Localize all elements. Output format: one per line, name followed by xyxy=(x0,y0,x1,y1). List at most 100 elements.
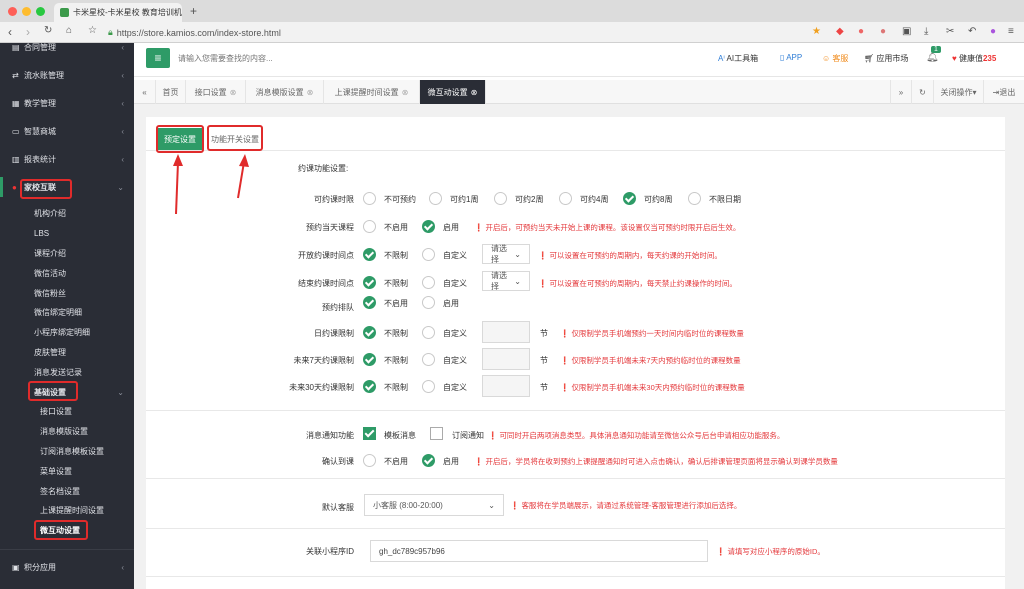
sidebar-item-flow[interactable]: ⇄ 流水账管理 ‹ xyxy=(0,65,134,85)
sidebar-sub2-item[interactable]: 消息模版设置 xyxy=(0,421,134,441)
checkbox-template-message[interactable] xyxy=(363,427,376,440)
sidebar-item-shop[interactable]: ▭ 智慧商城 ‹ xyxy=(0,121,134,141)
maximize-window-icon[interactable] xyxy=(36,7,45,16)
tab-close-icon[interactable]: ⊗ xyxy=(230,88,237,97)
radio-day30-nolimit[interactable] xyxy=(363,380,376,393)
sidebar-sub-item[interactable]: 皮肤管理 xyxy=(0,342,134,362)
radio-week7-custom[interactable] xyxy=(422,353,435,366)
reload-icon[interactable]: ↻ xyxy=(44,25,52,36)
radio-4-week[interactable] xyxy=(559,192,572,205)
chevron-left-icon: ‹ xyxy=(121,154,124,164)
bell-icon[interactable]: 🔔︎ xyxy=(926,52,939,63)
menu-icon[interactable]: ≡ xyxy=(1008,26,1014,37)
close-window-icon[interactable] xyxy=(8,7,17,16)
day30-input[interactable] xyxy=(482,375,530,397)
miniapp-id-input[interactable]: gh_dc789c957b96 xyxy=(370,540,708,562)
sidebar-sub-item[interactable]: 微信粉丝 xyxy=(0,283,134,303)
checkbox-subscribe[interactable] xyxy=(430,427,443,440)
browser-tab[interactable]: 卡米星校-卡米星校 教育培训机 ✕ xyxy=(54,3,182,22)
url-field[interactable]: 🔒︎ https://store.kamios.com/index-store.… xyxy=(108,25,798,40)
sidebar-sub2-item[interactable]: 菜单设置 xyxy=(0,461,134,481)
daily-input[interactable] xyxy=(482,321,530,343)
sidebar-item-points[interactable]: ▣ 积分应用 ‹ xyxy=(0,549,134,585)
radio-confirm-off[interactable] xyxy=(363,454,376,467)
radio-1-week[interactable] xyxy=(429,192,442,205)
sidebar-item-teaching[interactable]: ▦ 教学管理 ‹ xyxy=(0,93,134,113)
profile-icon[interactable]: ● xyxy=(990,26,996,37)
sidebar-sub-item[interactable]: 消息发送记录 xyxy=(0,362,134,382)
tab-interface[interactable]: 接口设置 ⊗ xyxy=(186,80,246,104)
week7-input[interactable] xyxy=(482,348,530,370)
minimize-window-icon[interactable] xyxy=(22,7,31,16)
tab-next-icon[interactable]: » xyxy=(890,80,912,104)
app-link[interactable]: ▯ APP xyxy=(780,53,802,62)
radio-no-booking[interactable] xyxy=(363,192,376,205)
market-link[interactable]: 🛒︎ 应用市场 xyxy=(864,53,908,64)
close-ops-dropdown[interactable]: 关闭操作 ▾ xyxy=(934,80,984,104)
logout-button[interactable]: ⇥ 退出 xyxy=(984,80,1024,104)
sidebar-sub-item[interactable]: 微信活动 xyxy=(0,263,134,283)
forward-icon[interactable]: › xyxy=(26,25,30,39)
week7-label: 未来7天约课限制 xyxy=(293,356,354,365)
radio-sameday-off[interactable] xyxy=(363,220,376,233)
radio-confirm-on[interactable] xyxy=(422,454,435,467)
radio-day30-custom[interactable] xyxy=(422,380,435,393)
sidebar-sub-item[interactable]: LBS xyxy=(0,223,134,243)
info-icon: ❗ xyxy=(510,501,522,510)
refresh-icon[interactable]: ↻ xyxy=(912,80,934,104)
tab-close-icon[interactable]: ⊗ xyxy=(471,88,478,97)
sidebar-item-report[interactable]: ▥ 报表统计 ‹ xyxy=(0,149,134,169)
extension-icon[interactable]: ● xyxy=(858,26,864,37)
extension2-icon[interactable]: ● xyxy=(880,26,886,37)
scissors-icon[interactable]: ✂ xyxy=(946,26,954,37)
radio-endtime-nolimit[interactable] xyxy=(363,276,376,289)
radio-opentime-nolimit[interactable] xyxy=(363,248,376,261)
new-tab-button[interactable]: + xyxy=(190,4,197,18)
tab-message-template[interactable]: 消息模版设置 ⊗ xyxy=(246,80,324,104)
radio-daily-nolimit[interactable] xyxy=(363,326,376,339)
bookmark-icon[interactable]: ☆ xyxy=(88,25,97,36)
radio-week7-nolimit[interactable] xyxy=(363,353,376,366)
star-icon[interactable]: ★ xyxy=(812,26,821,37)
radio-opentime-custom[interactable] xyxy=(422,248,435,261)
radio-daily-custom[interactable] xyxy=(422,326,435,339)
sidebar-sub2-item[interactable]: 签名档设置 xyxy=(0,481,134,501)
radio-2-week[interactable] xyxy=(494,192,507,205)
ai-toolbox-link[interactable]: Aⁱ AI工具箱 xyxy=(718,53,758,64)
service-select[interactable]: 小客服 (8:00-20:00) ⌄ xyxy=(364,494,504,516)
tab-class-reminder[interactable]: 上课提醒时间设置 ⊗ xyxy=(324,80,420,104)
sidebar-sub-item[interactable]: 机构介绍 xyxy=(0,203,134,223)
tab-close-icon[interactable]: ⊗ xyxy=(402,88,409,97)
tab-micro-interaction[interactable]: 微互动设置 ⊗ xyxy=(420,80,486,104)
undo-icon[interactable]: ↶ xyxy=(968,26,976,37)
search-input[interactable] xyxy=(178,50,458,66)
back-icon[interactable]: ‹ xyxy=(8,25,12,39)
hamburger-button[interactable]: ≡ xyxy=(146,48,170,68)
sidebar-sub2-item[interactable]: 上课提醒时间设置 xyxy=(0,500,134,520)
health-indicator[interactable]: ♥ 健康值235 xyxy=(952,53,996,64)
service-link[interactable]: ☺ 客服 xyxy=(822,53,848,64)
tab-home[interactable]: 首页 xyxy=(156,80,186,104)
endtime-select[interactable]: 请选择 ⌄ xyxy=(482,271,530,291)
sidebar-item-contract[interactable]: ▤ 合同管理 ‹ xyxy=(0,43,134,57)
camera-icon[interactable]: ▣ xyxy=(902,26,911,37)
tab-close-icon[interactable]: ⊗ xyxy=(307,88,314,97)
sidebar-sub2-item[interactable]: 接口设置 xyxy=(0,401,134,421)
radio-endtime-custom[interactable] xyxy=(422,276,435,289)
sidebar-sub-item[interactable]: 课程介绍 xyxy=(0,243,134,263)
radio-sameday-on[interactable] xyxy=(422,220,435,233)
download-icon[interactable]: ⤓ xyxy=(924,26,928,37)
tab-prev-icon[interactable]: « xyxy=(134,80,156,104)
home-icon[interactable]: ⌂ xyxy=(66,25,72,36)
radio-queue-off[interactable] xyxy=(363,296,376,309)
opentime-select[interactable]: 请选择 ⌄ xyxy=(482,244,530,264)
radio-queue-on[interactable] xyxy=(422,296,435,309)
game-icon[interactable]: ◆ xyxy=(836,26,844,37)
radio-unlimited[interactable] xyxy=(688,192,701,205)
sidebar-sub-item[interactable]: 小程序绑定明细 xyxy=(0,322,134,342)
sidebar-sub-label: 消息发送记录 xyxy=(34,367,82,377)
radio-8-week[interactable] xyxy=(623,192,636,205)
annotation-box xyxy=(20,179,72,199)
sidebar-sub-item[interactable]: 微信绑定明细 xyxy=(0,302,134,322)
sidebar-sub2-item[interactable]: 订阅消息模板设置 xyxy=(0,441,134,461)
